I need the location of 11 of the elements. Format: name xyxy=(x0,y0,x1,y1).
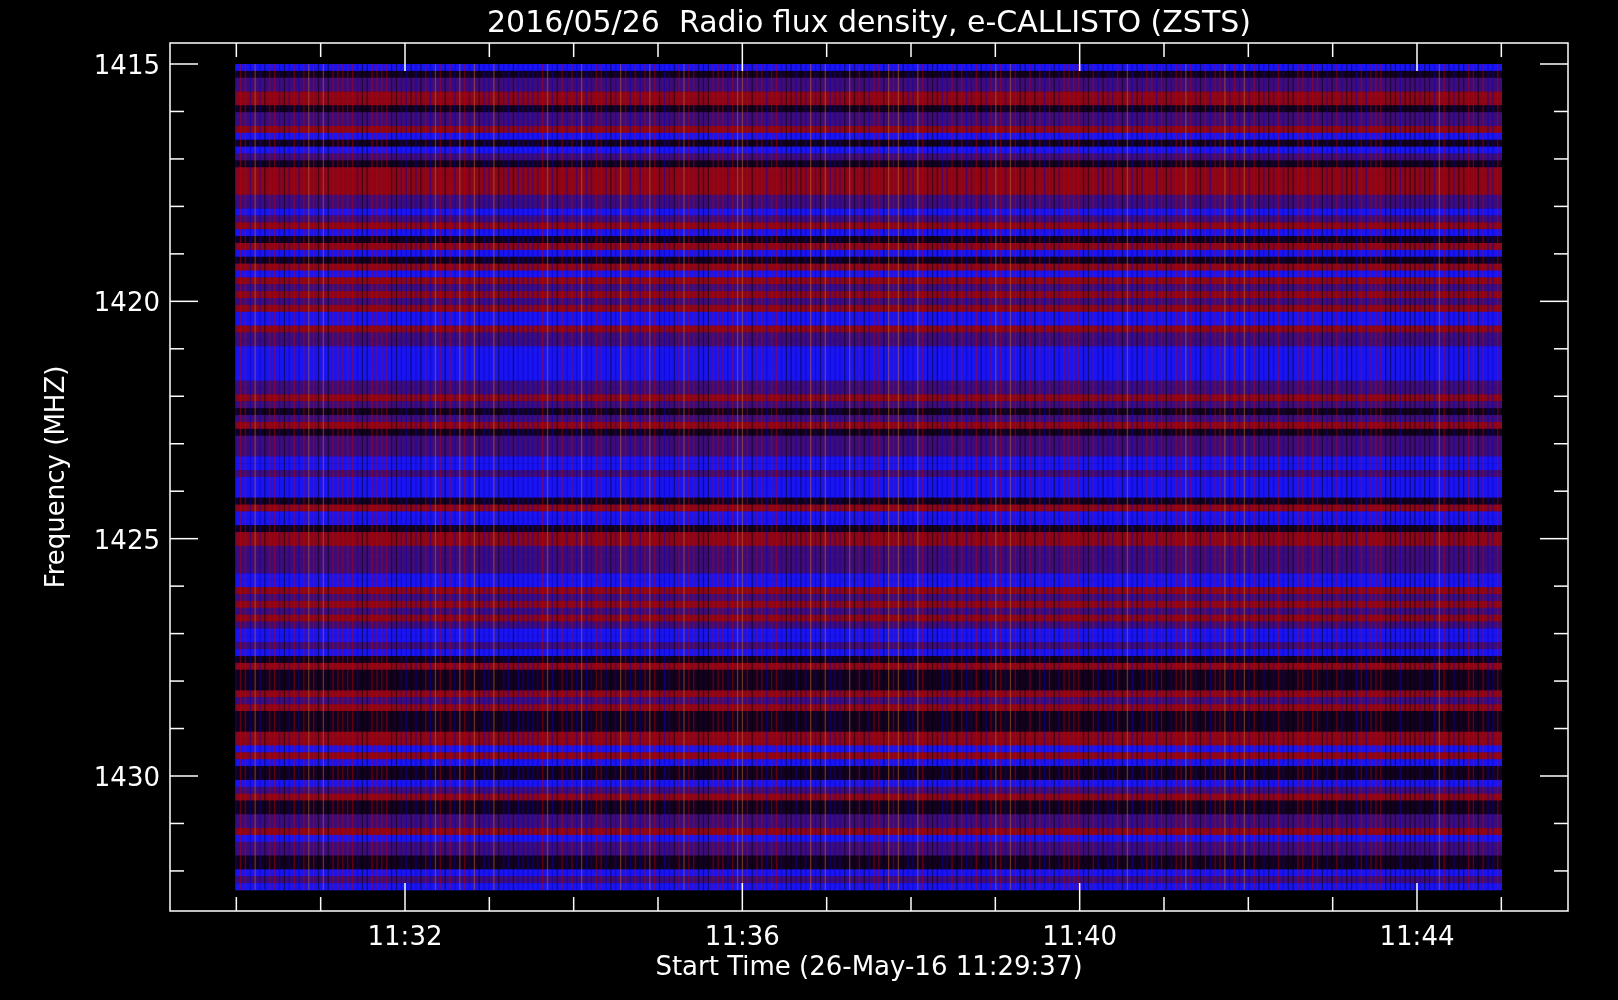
y-tick-label: 1430 xyxy=(93,762,160,792)
y-axis-label: Frequency (MHZ) xyxy=(40,365,70,589)
x-tick-label: 11:36 xyxy=(704,921,780,951)
y-tick-label: 1415 xyxy=(93,50,160,80)
x-axis-label: Start Time (26-May-16 11:29:37) xyxy=(655,951,1083,981)
y-tick-label: 1420 xyxy=(93,287,160,318)
x-tick-label: 11:32 xyxy=(367,921,443,951)
y-tick-label: 1425 xyxy=(93,524,160,555)
x-tick-label: 11:44 xyxy=(1379,921,1455,951)
x-tick-label: 11:40 xyxy=(1042,921,1118,951)
plot-title: 2016/05/26 Radio flux density, e-CALLISTO (ZSTS) xyxy=(487,4,1251,39)
